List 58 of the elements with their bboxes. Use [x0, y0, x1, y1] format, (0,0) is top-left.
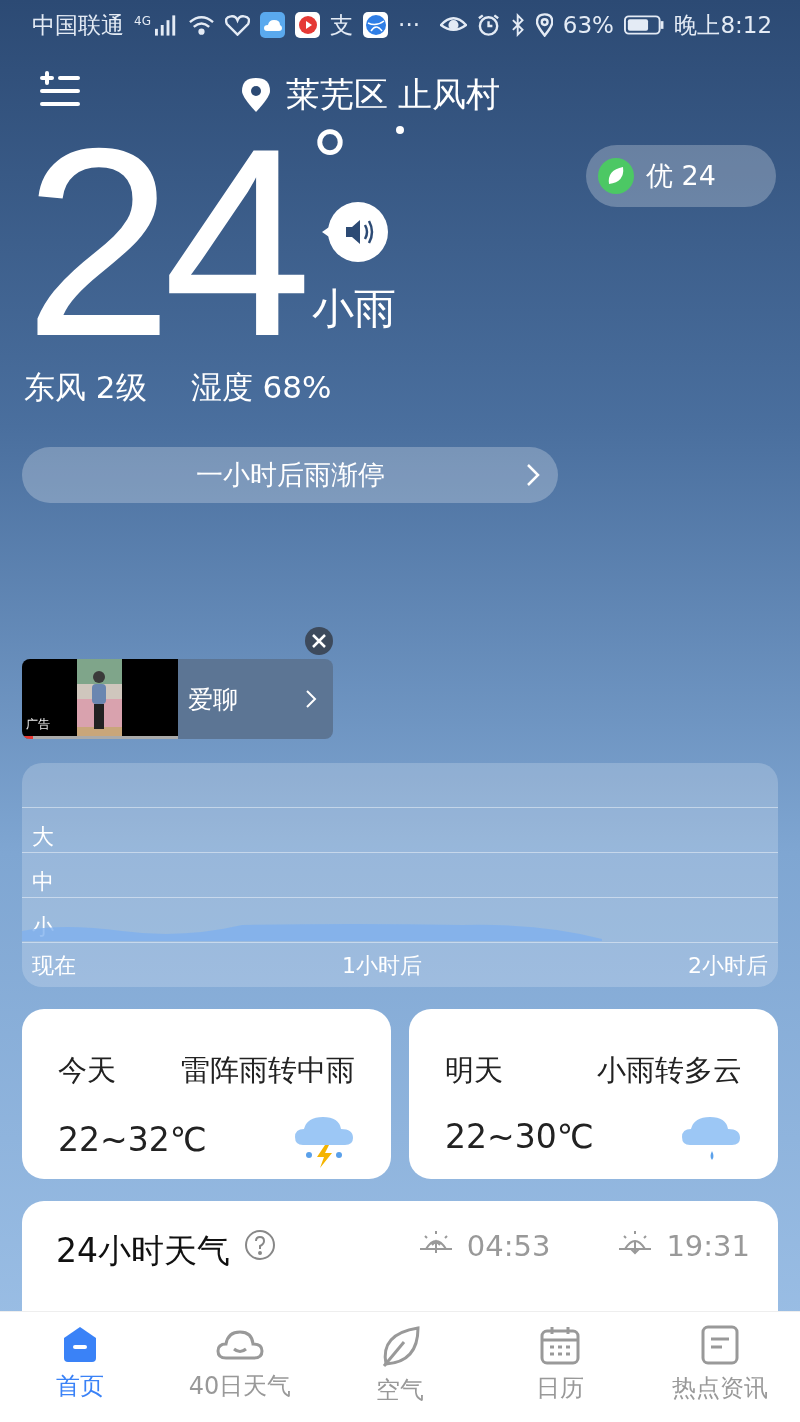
calendar-icon — [539, 1324, 581, 1366]
air-quality-text: 优 24 — [646, 159, 716, 194]
section-title: 24小时天气 — [56, 1229, 230, 1272]
intensity-label: 大 — [32, 823, 54, 852]
sunset-time: 19:31 — [666, 1228, 750, 1263]
air-quality-badge[interactable]: 优 24 — [586, 145, 776, 208]
app-glyph: 支 — [330, 10, 354, 40]
bluetooth-icon — [510, 13, 526, 38]
weather-condition: 小雨 — [312, 283, 397, 336]
day-label: 明天 — [445, 1051, 503, 1089]
temperature: 24 — [24, 127, 303, 358]
battery-percent: 63% — [562, 12, 614, 39]
wifi-icon — [188, 14, 215, 37]
forecast-card[interactable]: 明天 小雨转多云 22~30℃ — [409, 1008, 778, 1179]
time-label: 1小时后 — [342, 952, 422, 981]
nav-tab[interactable]: 空气 — [320, 1312, 480, 1422]
ad-banner[interactable]: 广告 爱聊 — [22, 659, 333, 740]
note-icon — [700, 1324, 740, 1366]
heart-icon — [225, 14, 250, 37]
time-label: 现在 — [32, 952, 76, 981]
temperature-range: 22~32℃ — [58, 1120, 207, 1159]
alarm-icon — [477, 13, 501, 38]
sunrise-time: 04:53 — [466, 1228, 551, 1263]
page-indicator — [396, 126, 404, 135]
temperature-range: 22~30℃ — [445, 1117, 594, 1156]
time-label: 2小时后 — [688, 952, 768, 981]
location-icon — [535, 13, 553, 38]
intensity-label: 小 — [32, 913, 54, 942]
wind-info: 东风 2级 — [24, 368, 147, 408]
forecast-card[interactable]: 今天 雷阵雨转中雨 22~32℃ — [22, 1008, 391, 1179]
carrier-name: 中国联通 — [32, 10, 124, 40]
help-icon[interactable] — [244, 1228, 276, 1261]
sunset-icon — [618, 1228, 653, 1257]
location-pin-icon — [239, 77, 272, 114]
rain-alert-button[interactable]: 一小时后雨渐停 — [22, 447, 558, 504]
clock-time: 晚上8:12 — [674, 10, 773, 40]
ad-label: 广告 — [26, 716, 50, 734]
cloud-icon — [263, 19, 282, 32]
humidity-info: 湿度 68% — [190, 368, 332, 408]
intensity-label: 中 — [32, 868, 54, 897]
chevron-icon — [305, 689, 317, 710]
leaf-icon — [598, 158, 634, 195]
more-notifications: ··· — [398, 12, 421, 39]
nav-tab[interactable]: 40日天气 — [160, 1312, 320, 1422]
nav-tab[interactable]: 首页 — [0, 1312, 160, 1422]
ad-title: 爱聊 — [188, 683, 238, 716]
nav-tab[interactable]: 热点资讯 — [640, 1312, 800, 1422]
degree-sign: ° — [312, 127, 350, 198]
forecast-condition: 小雨转多云 — [597, 1051, 742, 1089]
forecast-condition: 雷阵雨转中雨 — [181, 1051, 355, 1089]
nav-tab[interactable]: 日历 — [480, 1312, 640, 1422]
location-name[interactable]: 莱芜区 止风村 — [285, 72, 501, 119]
network-type: 4G — [134, 14, 151, 28]
close-button[interactable] — [305, 627, 333, 656]
chevron-icon — [526, 463, 540, 488]
close-icon — [312, 634, 326, 649]
day-label: 今天 — [58, 1051, 116, 1089]
battery-icon — [623, 14, 665, 37]
